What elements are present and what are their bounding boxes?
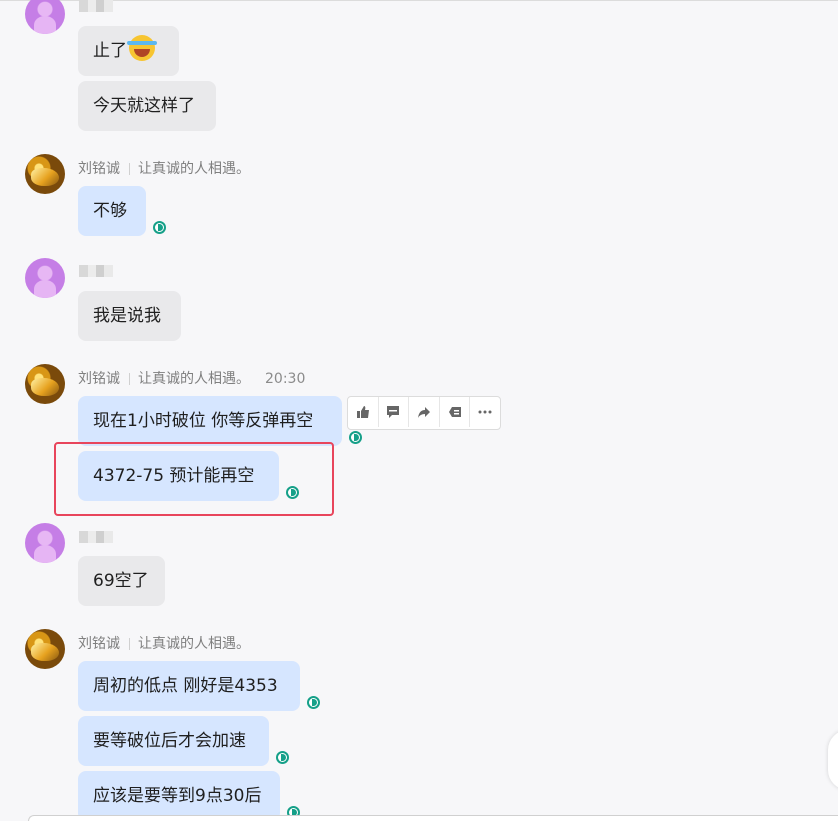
top-divider [0, 0, 838, 1]
blurred-username [79, 265, 113, 277]
message-text: 应该是要等到9点30后 [93, 786, 262, 806]
message-bubble[interactable]: 不够 [78, 186, 146, 236]
message-bubble[interactable]: 我是说我 [78, 291, 181, 341]
more-icon[interactable] [470, 397, 500, 427]
message-bubble[interactable]: 要等破位后才会加速 [78, 716, 269, 766]
avatar[interactable] [25, 629, 65, 669]
message-bubble[interactable]: 现在1小时破位 你等反弹再空 [78, 396, 342, 446]
sender-signature: 让真诚的人相遇。 [138, 371, 250, 387]
sender-header: 刘铭诚 让真诚的人相遇。 20:30 [78, 368, 305, 388]
message-text: 周初的低点 刚好是4353 [93, 676, 278, 696]
sender-header: 刘铭诚 让真诚的人相遇。 [78, 633, 250, 653]
comment-icon[interactable] [379, 397, 410, 427]
blurred-username [79, 0, 113, 12]
message-text: 69空了 [93, 571, 149, 591]
thumbs-up-icon[interactable] [348, 397, 379, 427]
read-status-icon [153, 221, 166, 234]
avatar[interactable] [25, 0, 65, 34]
sender-signature: 让真诚的人相遇。 [138, 636, 250, 652]
avatar[interactable] [25, 523, 65, 563]
sender-header: 刘铭诚 让真诚的人相遇。 [78, 158, 250, 178]
message-text: 要等破位后才会加速 [93, 731, 246, 751]
blurred-username [79, 531, 113, 543]
message-text: 我是说我 [93, 306, 161, 326]
message-action-toolbar [347, 396, 501, 430]
avatar[interactable] [25, 258, 65, 298]
message-bubble[interactable]: 周初的低点 刚好是4353 [78, 661, 300, 711]
message-bubble[interactable]: 69空了 [78, 556, 165, 606]
sender-name: 刘铭诚 [78, 161, 120, 177]
message-text: 现在1小时破位 你等反弹再空 [93, 411, 314, 431]
divider [129, 638, 130, 650]
avatar[interactable] [25, 364, 65, 404]
forward-icon[interactable] [409, 397, 440, 427]
sender-signature: 让真诚的人相遇。 [138, 161, 250, 177]
message-text: 不够 [93, 201, 127, 221]
read-status-icon [276, 751, 289, 764]
divider [129, 163, 130, 175]
scroll-to-bottom-button[interactable] [828, 730, 838, 790]
read-status-icon [349, 431, 362, 444]
highlight-box [54, 442, 334, 516]
message-bubble[interactable]: 止了 [78, 26, 179, 76]
avatar[interactable] [25, 154, 65, 194]
read-status-icon [307, 696, 320, 709]
message-time: 20:30 [265, 371, 306, 387]
quote-icon[interactable] [440, 397, 471, 427]
message-text: 今天就这样了 [93, 96, 195, 116]
message-text: 止了 [93, 41, 127, 61]
input-area-edge [28, 815, 838, 821]
message-bubble[interactable]: 应该是要等到9点30后 [78, 771, 280, 821]
sender-name: 刘铭诚 [78, 636, 120, 652]
message-bubble[interactable]: 今天就这样了 [78, 81, 216, 131]
sender-name: 刘铭诚 [78, 371, 120, 387]
laughing-emoji-icon [127, 35, 157, 61]
divider [129, 373, 130, 385]
